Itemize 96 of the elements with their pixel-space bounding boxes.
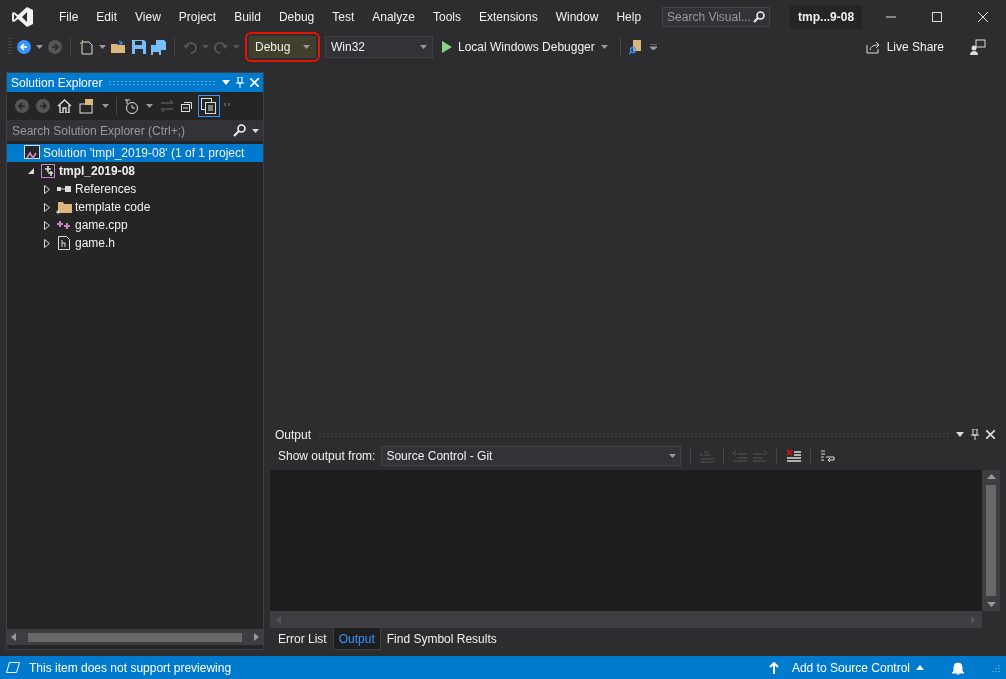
- feedback-icon[interactable]: [970, 39, 986, 55]
- tree-item-label: tmpl_2019-08: [58, 164, 136, 178]
- open-folder-icon[interactable]: [111, 40, 127, 54]
- caret-icon[interactable]: [600, 45, 608, 49]
- window-title: tmp...9-08: [790, 5, 863, 29]
- caret-icon[interactable]: [99, 45, 106, 49]
- collapsed-arrow-icon[interactable]: [44, 184, 50, 194]
- resize-grip-icon[interactable]: [992, 663, 1000, 672]
- collapsed-arrow-icon[interactable]: [44, 202, 50, 212]
- logo-icon: [10, 5, 34, 29]
- tree-item[interactable]: tmpl_2019-08: [7, 162, 263, 180]
- scroll-left-icon[interactable]: [11, 633, 16, 641]
- caret-icon[interactable]: [102, 104, 109, 108]
- clock-icon[interactable]: [124, 98, 139, 114]
- close-icon[interactable]: [977, 11, 989, 23]
- status-message: This item does not support previewing: [29, 660, 232, 675]
- expanded-arrow-icon[interactable]: [27, 167, 35, 175]
- search-field[interactable]: Search Visual...: [662, 7, 771, 27]
- clear-all-icon[interactable]: [786, 449, 802, 463]
- home-icon[interactable]: [57, 99, 72, 113]
- solution-icon: [24, 145, 40, 161]
- overflow-icon[interactable]: [649, 44, 657, 50]
- dropdown-icon[interactable]: [956, 432, 964, 437]
- menu-item[interactable]: Test: [323, 10, 364, 24]
- search-icon: [233, 124, 246, 137]
- close-icon[interactable]: [986, 430, 995, 439]
- panel-title: Output: [275, 427, 312, 442]
- scroll-right-icon[interactable]: [254, 633, 259, 641]
- tree-item-label: game.cpp: [74, 218, 128, 232]
- panel-tab[interactable]: Error List: [272, 628, 333, 650]
- cpp-file-icon: [57, 220, 71, 230]
- bell-icon[interactable]: [951, 660, 965, 675]
- up-arrow-icon: [768, 661, 779, 674]
- back-icon[interactable]: [17, 40, 31, 54]
- word-wrap-icon[interactable]: [820, 449, 836, 463]
- save-icon[interactable]: [132, 40, 146, 54]
- menu-item[interactable]: Build: [225, 10, 270, 24]
- menu-item[interactable]: Extensions: [470, 10, 547, 24]
- scroll-up-icon[interactable]: [986, 474, 996, 479]
- folder-icon: [56, 200, 72, 214]
- references-icon: [57, 185, 71, 193]
- menu-item[interactable]: Analyze: [363, 10, 424, 24]
- menu-item[interactable]: Project: [169, 10, 226, 24]
- menu-item[interactable]: Window: [546, 10, 608, 24]
- tree-item[interactable]: References: [7, 180, 263, 198]
- output-source-dropdown[interactable]: Source Control - Git: [381, 446, 682, 466]
- menu-item[interactable]: Help: [607, 10, 651, 24]
- menu-item[interactable]: File: [50, 10, 88, 24]
- save-all-icon[interactable]: [151, 39, 166, 55]
- pin-icon[interactable]: [971, 429, 979, 440]
- panel-title: Solution Explorer: [11, 75, 103, 90]
- start-debugger-button[interactable]: Local Windows Debugger: [438, 36, 612, 58]
- collapsed-arrow-icon[interactable]: [44, 220, 50, 230]
- header-file-icon: [58, 236, 70, 250]
- tree-item[interactable]: Solution 'tmpl_2019-08' (1 of 1 project: [7, 144, 263, 162]
- tree-item-label: template code: [74, 200, 151, 214]
- share-icon: [865, 40, 881, 54]
- menu-item[interactable]: Tools: [423, 10, 470, 24]
- tree-item-label: Solution 'tmpl_2019-08' (1 of 1 project: [42, 146, 245, 160]
- configuration-dropdown[interactable]: Debug: [249, 36, 316, 58]
- tree-item-label: References: [74, 182, 137, 196]
- panel-tab[interactable]: Output: [332, 628, 381, 650]
- live-share-button[interactable]: Live Share: [861, 36, 948, 58]
- search-icon: [753, 11, 766, 23]
- caret-icon[interactable]: [303, 45, 310, 49]
- preview-icon: [6, 662, 20, 673]
- menu-item[interactable]: Debug: [269, 10, 324, 24]
- tree-item[interactable]: game.h: [7, 234, 263, 252]
- collapsed-arrow-icon[interactable]: [44, 238, 50, 248]
- caret-icon[interactable]: [420, 45, 427, 49]
- caret-icon[interactable]: [669, 454, 677, 458]
- platform-dropdown[interactable]: Win32: [325, 36, 433, 58]
- dropdown-icon[interactable]: [222, 80, 230, 85]
- source-control-button[interactable]: Add to Source Control: [787, 660, 928, 675]
- caret-icon[interactable]: [252, 128, 259, 133]
- horizontal-scrollbar[interactable]: [7, 629, 263, 645]
- new-project-icon[interactable]: [79, 39, 94, 55]
- menu-item[interactable]: View: [126, 10, 170, 24]
- caret-icon[interactable]: [146, 104, 153, 108]
- scroll-down-icon[interactable]: [986, 602, 996, 607]
- panel-tab[interactable]: Find Symbol Results: [380, 628, 503, 650]
- play-icon: [442, 41, 452, 53]
- tree-item[interactable]: template code: [7, 198, 263, 216]
- search-field[interactable]: Search Solution Explorer (Ctrl+;): [7, 120, 263, 141]
- collapse-all-icon[interactable]: [181, 100, 194, 112]
- caret-icon[interactable]: [36, 45, 43, 49]
- tree-item[interactable]: game.cpp: [7, 216, 263, 234]
- field-label: Show output from:: [278, 449, 376, 463]
- caret-up-icon: [916, 665, 924, 670]
- project-icon: [41, 164, 55, 178]
- show-all-files-icon[interactable]: [201, 98, 217, 114]
- menu-item[interactable]: Edit: [87, 10, 127, 24]
- switch-views-icon[interactable]: [79, 98, 95, 114]
- maximize-icon[interactable]: [931, 11, 943, 23]
- vertical-scrollbar[interactable]: [982, 470, 1000, 611]
- tree-item-label: game.h: [74, 236, 116, 250]
